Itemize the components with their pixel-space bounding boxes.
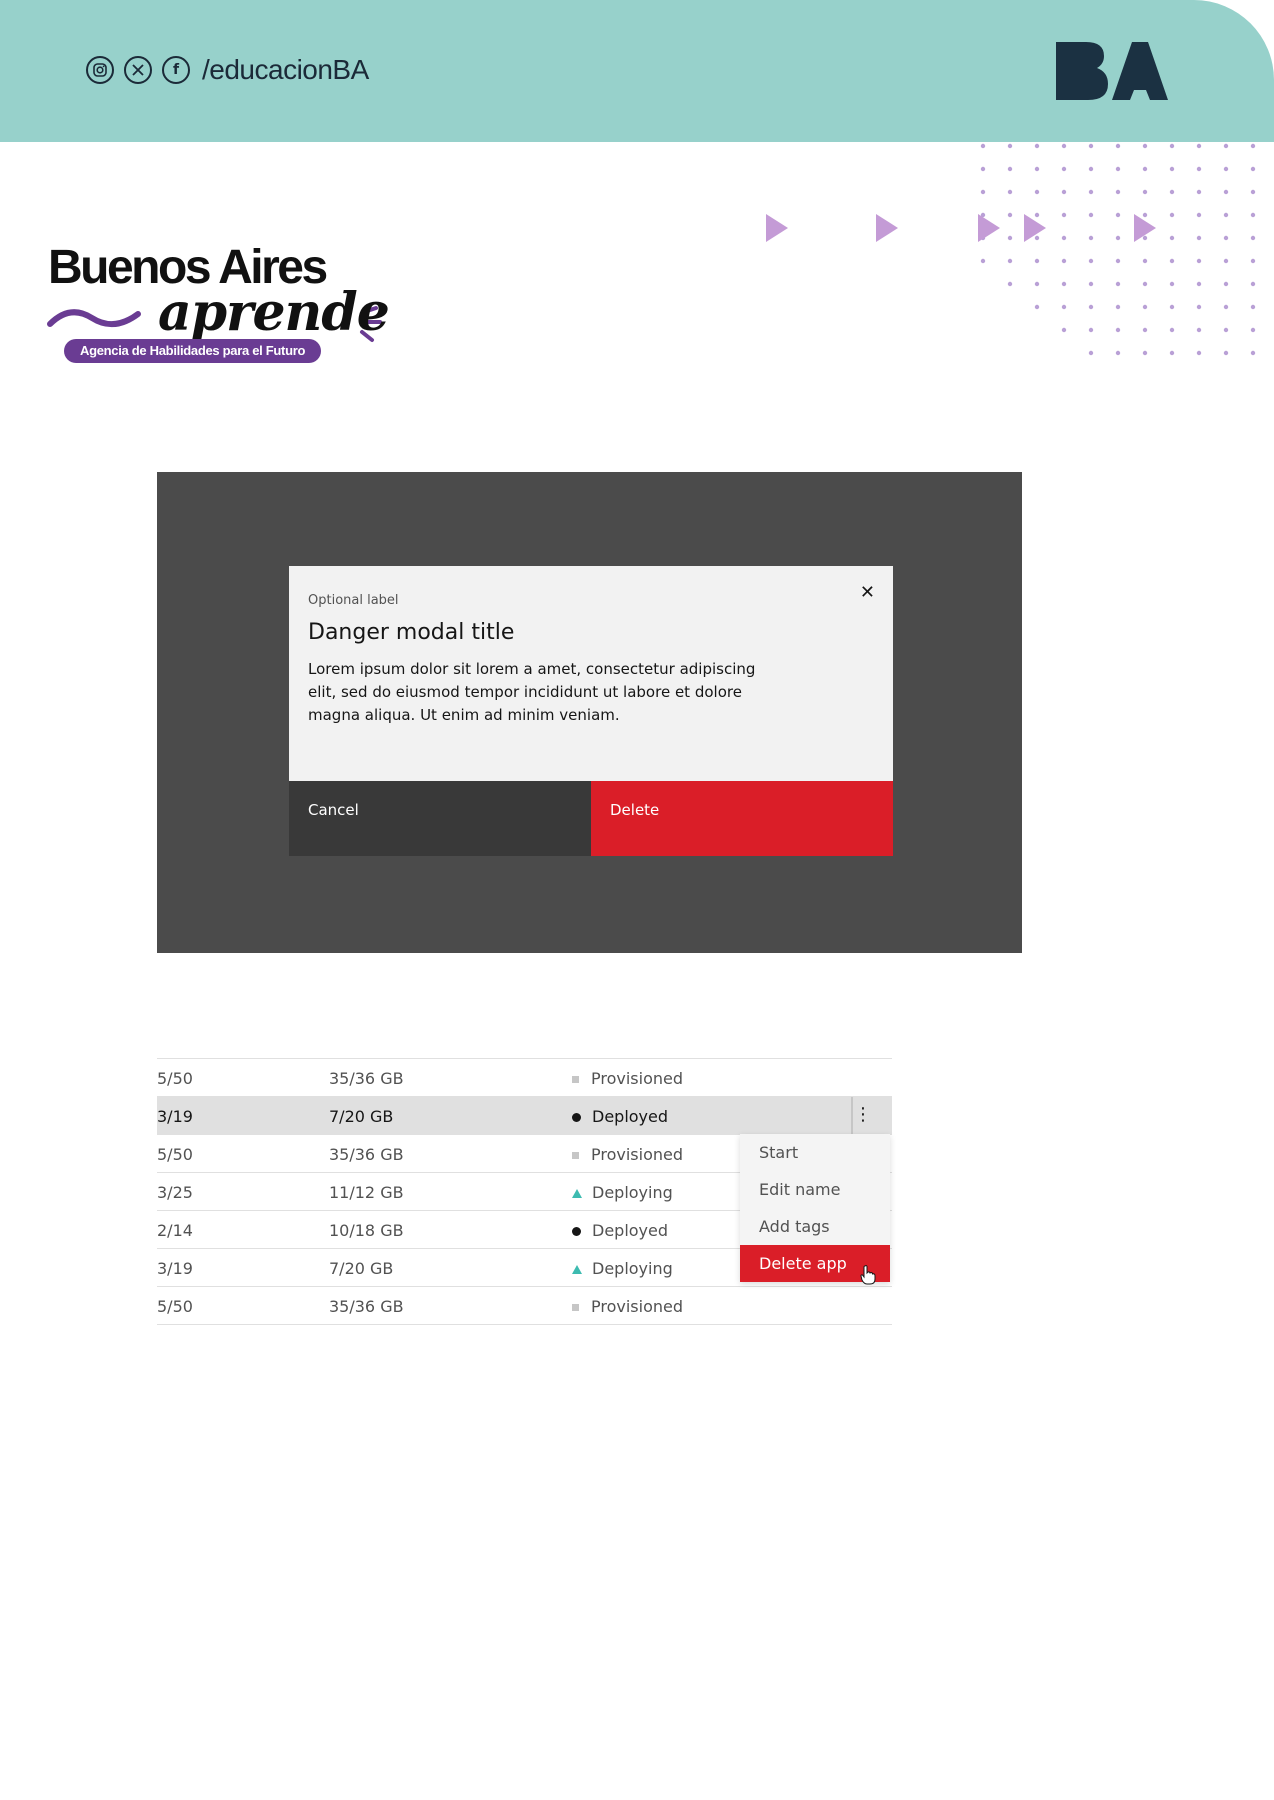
ratio-cell: 3/25 — [157, 1183, 193, 1202]
deploying-icon — [572, 1265, 582, 1274]
status-label: Deployed — [592, 1221, 669, 1240]
delete-button[interactable]: Delete — [591, 781, 893, 856]
status-cell: Provisioned — [572, 1069, 683, 1088]
storage-cell: 11/12 GB — [329, 1183, 404, 1202]
provisioned-icon — [572, 1304, 579, 1311]
deployed-icon — [572, 1113, 581, 1122]
dot-pattern-decoration — [980, 143, 1256, 356]
facebook-icon[interactable]: f — [162, 56, 190, 84]
ratio-cell: 2/14 — [157, 1221, 193, 1240]
menu-item-edit-name[interactable]: Edit name — [740, 1171, 890, 1208]
x-icon[interactable] — [124, 56, 152, 84]
overflow-divider — [851, 1097, 853, 1134]
storage-cell: 35/36 GB — [329, 1297, 404, 1316]
status-cell: Provisioned — [572, 1145, 683, 1164]
instagram-icon[interactable] — [86, 56, 114, 84]
modal-footer: Cancel Delete — [289, 781, 893, 856]
ba-logo — [1056, 42, 1168, 100]
status-label: Deploying — [592, 1259, 673, 1278]
modal-label: Optional label — [308, 593, 399, 608]
table-row[interactable]: 5/50 35/36 GB Provisioned — [157, 1287, 892, 1325]
social-links: f /educacionBA — [86, 52, 369, 88]
table-row-selected[interactable]: 3/19 7/20 GB Deployed ⋮ — [157, 1097, 892, 1135]
menu-item-add-tags[interactable]: Add tags — [740, 1208, 890, 1245]
deploying-icon — [572, 1189, 582, 1198]
status-cell: Deployed — [572, 1107, 668, 1126]
ratio-cell: 5/50 — [157, 1297, 193, 1316]
danger-modal: Optional label Danger modal title ✕ Lore… — [289, 566, 893, 856]
cancel-button[interactable]: Cancel — [289, 781, 591, 856]
brand-logo: Buenos Aires aprende Agencia de Habilida… — [46, 240, 390, 370]
modal-title: Danger modal title — [308, 620, 515, 645]
close-icon[interactable]: ✕ — [860, 582, 875, 603]
brand-tagline: Agencia de Habilidades para el Futuro — [64, 339, 322, 363]
hand-cursor-icon — [860, 1265, 876, 1285]
brand-script: aprende — [158, 282, 390, 343]
provisioned-icon — [572, 1152, 579, 1159]
status-label: Provisioned — [591, 1069, 684, 1088]
storage-cell: 35/36 GB — [329, 1069, 404, 1088]
social-handle[interactable]: /educacionBA — [202, 54, 369, 86]
menu-item-delete-app[interactable]: Delete app — [740, 1245, 890, 1285]
ratio-cell: 3/19 — [157, 1259, 193, 1278]
overflow-menu-icon[interactable]: ⋮ — [854, 1104, 872, 1126]
menu-item-label: Delete app — [759, 1254, 847, 1273]
apps-table: 5/50 35/36 GB Provisioned 3/19 7/20 GB D… — [157, 1058, 892, 1325]
arrow-decoration — [766, 214, 1156, 242]
status-label: Deployed — [592, 1107, 669, 1126]
ratio-cell: 5/50 — [157, 1145, 193, 1164]
overflow-menu: Start Edit name Add tags Delete app — [740, 1134, 890, 1285]
menu-item-start[interactable]: Start — [740, 1134, 890, 1171]
storage-cell: 7/20 GB — [329, 1259, 394, 1278]
header-band: f /educacionBA — [0, 0, 1274, 142]
status-cell: Deployed — [572, 1221, 668, 1240]
provisioned-icon — [572, 1076, 579, 1083]
storage-cell: 10/18 GB — [329, 1221, 404, 1240]
status-label: Provisioned — [591, 1297, 684, 1316]
storage-cell: 7/20 GB — [329, 1107, 394, 1126]
table-row[interactable]: 5/50 35/36 GB Provisioned — [157, 1058, 892, 1097]
modal-body: Lorem ipsum dolor sit lorem a amet, cons… — [308, 660, 756, 724]
status-cell: Deploying — [572, 1259, 673, 1278]
deployed-icon — [572, 1227, 581, 1236]
modal-overlay: Optional label Danger modal title ✕ Lore… — [157, 472, 1022, 953]
status-cell: Deploying — [572, 1183, 673, 1202]
status-label: Deploying — [592, 1183, 673, 1202]
storage-cell: 35/36 GB — [329, 1145, 404, 1164]
status-label: Provisioned — [591, 1145, 684, 1164]
status-cell: Provisioned — [572, 1297, 683, 1316]
ratio-cell: 5/50 — [157, 1069, 193, 1088]
ratio-cell: 3/19 — [157, 1107, 193, 1126]
